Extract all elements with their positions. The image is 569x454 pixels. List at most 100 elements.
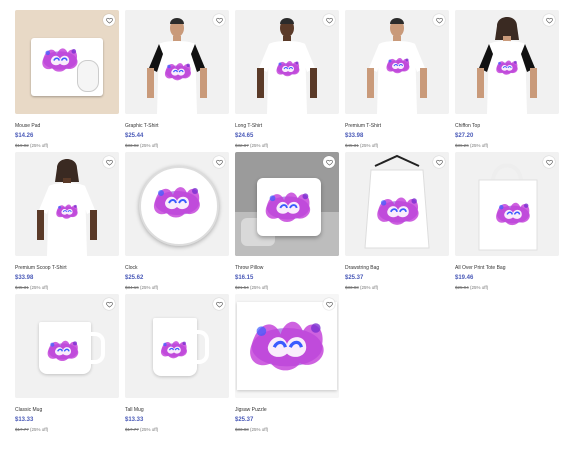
product-image[interactable] [125, 294, 229, 398]
heart-icon[interactable] [323, 298, 335, 310]
strikethrough-price: $33.92 [125, 143, 139, 148]
product-image[interactable] [15, 152, 119, 256]
product-image[interactable] [455, 10, 559, 114]
product-price: $16.15 [235, 275, 254, 281]
product-price: $33.98 [345, 133, 364, 139]
original-price: $33.83 (25% off) [235, 427, 339, 433]
product-image[interactable] [345, 152, 449, 256]
product-image[interactable] [235, 152, 339, 256]
heart-icon[interactable] [433, 156, 445, 168]
product-card[interactable]: Mouse Pad $14.26 $19.02 (25% off) [15, 10, 119, 149]
original-price: $17.77 (25% off) [15, 427, 119, 433]
strikethrough-price: $45.31 [345, 143, 359, 148]
product-image[interactable] [15, 10, 119, 114]
heart-icon[interactable] [103, 156, 115, 168]
product-card[interactable]: Premium Scoop T-Shirt $33.98 $45.31 (25%… [15, 152, 119, 291]
product-price: $13.33 [15, 417, 34, 423]
product-title[interactable]: All Over Print Tote Bag [455, 265, 559, 271]
product-title[interactable]: Clock [125, 265, 229, 271]
heart-icon[interactable] [213, 14, 225, 26]
product-price: $27.20 [455, 133, 474, 139]
original-price: $36.26 (25% off) [455, 143, 559, 149]
discount-label: (25% off) [140, 143, 159, 148]
heart-icon[interactable] [433, 14, 445, 26]
discount-label: (25% off) [30, 427, 49, 432]
discount-label: (25% off) [250, 285, 269, 290]
product-price: $25.37 [235, 417, 254, 423]
strikethrough-price: $19.02 [15, 143, 29, 148]
product-card[interactable]: Chiffon Top $27.20 $36.26 (25% off) [455, 10, 559, 149]
heart-icon[interactable] [323, 14, 335, 26]
strikethrough-price: $34.16 [125, 285, 139, 290]
product-title[interactable]: Jigsaw Puzzle [235, 407, 339, 413]
product-grid: Mouse Pad $14.26 $19.02 (25% off) Graphi… [15, 10, 560, 433]
heart-icon[interactable] [213, 298, 225, 310]
product-image[interactable] [125, 152, 229, 256]
product-image[interactable] [15, 294, 119, 398]
original-price: $34.16 (25% off) [125, 285, 229, 291]
product-title[interactable]: Chiffon Top [455, 123, 559, 129]
original-price: $33.92 (25% off) [125, 143, 229, 149]
product-card[interactable]: All Over Print Tote Bag $19.46 $25.94 (2… [455, 152, 559, 291]
strikethrough-price: $17.77 [15, 427, 29, 432]
product-title[interactable]: Graphic T-Shirt [125, 123, 229, 129]
discount-label: (25% off) [250, 143, 269, 148]
product-card[interactable]: Tall Mug $13.33 $17.77 (25% off) [125, 294, 229, 433]
product-title[interactable]: Mouse Pad [15, 123, 119, 129]
product-title[interactable]: Throw Pillow [235, 265, 339, 271]
product-card[interactable]: Long T-Shirt $24.65 $32.87 (25% off) [235, 10, 339, 149]
original-price: $32.87 (25% off) [235, 143, 339, 149]
product-price: $13.33 [125, 417, 144, 423]
product-image[interactable] [455, 152, 559, 256]
product-title[interactable]: Tall Mug [125, 407, 229, 413]
product-price: $25.44 [125, 133, 144, 139]
product-image[interactable] [345, 10, 449, 114]
original-price: $17.77 (25% off) [125, 427, 229, 433]
original-price: $21.54 (25% off) [235, 285, 339, 291]
heart-icon[interactable] [213, 156, 225, 168]
product-title[interactable]: Drawstring Bag [345, 265, 449, 271]
product-card[interactable]: Drawstring Bag $25.37 $33.83 (25% off) [345, 152, 449, 291]
product-price: $25.37 [345, 275, 364, 281]
heart-icon[interactable] [543, 156, 555, 168]
product-title[interactable]: Classic Mug [15, 407, 119, 413]
discount-label: (25% off) [360, 143, 379, 148]
original-price: $25.94 (25% off) [455, 285, 559, 291]
strikethrough-price: $33.83 [235, 427, 249, 432]
strikethrough-price: $36.26 [455, 143, 469, 148]
original-price: $33.83 (25% off) [345, 285, 449, 291]
discount-label: (25% off) [470, 285, 489, 290]
discount-label: (25% off) [140, 285, 159, 290]
product-card[interactable]: Classic Mug $13.33 $17.77 (25% off) [15, 294, 119, 433]
product-card[interactable]: Clock $25.62 $34.16 (25% off) [125, 152, 229, 291]
strikethrough-price: $25.94 [455, 285, 469, 290]
product-title[interactable]: Premium Scoop T-Shirt [15, 265, 119, 271]
product-title[interactable]: Premium T-Shirt [345, 123, 449, 129]
product-card[interactable]: Graphic T-Shirt $25.44 $33.92 (25% off) [125, 10, 229, 149]
original-price: $45.31 (25% off) [345, 143, 449, 149]
discount-label: (25% off) [250, 427, 269, 432]
strikethrough-price: $32.87 [235, 143, 249, 148]
product-image[interactable] [235, 294, 339, 398]
discount-label: (25% off) [470, 143, 489, 148]
discount-label: (25% off) [30, 285, 49, 290]
heart-icon[interactable] [103, 14, 115, 26]
product-title[interactable]: Long T-Shirt [235, 123, 339, 129]
product-price: $24.65 [235, 133, 254, 139]
heart-icon[interactable] [103, 298, 115, 310]
product-card[interactable]: Throw Pillow $16.15 $21.54 (25% off) [235, 152, 339, 291]
product-price: $19.46 [455, 275, 474, 281]
strikethrough-price: $45.31 [15, 285, 29, 290]
original-price: $45.31 (25% off) [15, 285, 119, 291]
product-card[interactable]: Jigsaw Puzzle $25.37 $33.83 (25% off) [235, 294, 339, 433]
product-image[interactable] [235, 10, 339, 114]
heart-icon[interactable] [323, 156, 335, 168]
heart-icon[interactable] [543, 14, 555, 26]
strikethrough-price: $17.77 [125, 427, 139, 432]
product-card[interactable]: Premium T-Shirt $33.98 $45.31 (25% off) [345, 10, 449, 149]
product-price: $14.26 [15, 133, 34, 139]
strikethrough-price: $21.54 [235, 285, 249, 290]
discount-label: (25% off) [30, 143, 49, 148]
product-image[interactable] [125, 10, 229, 114]
product-price: $33.98 [15, 275, 34, 281]
